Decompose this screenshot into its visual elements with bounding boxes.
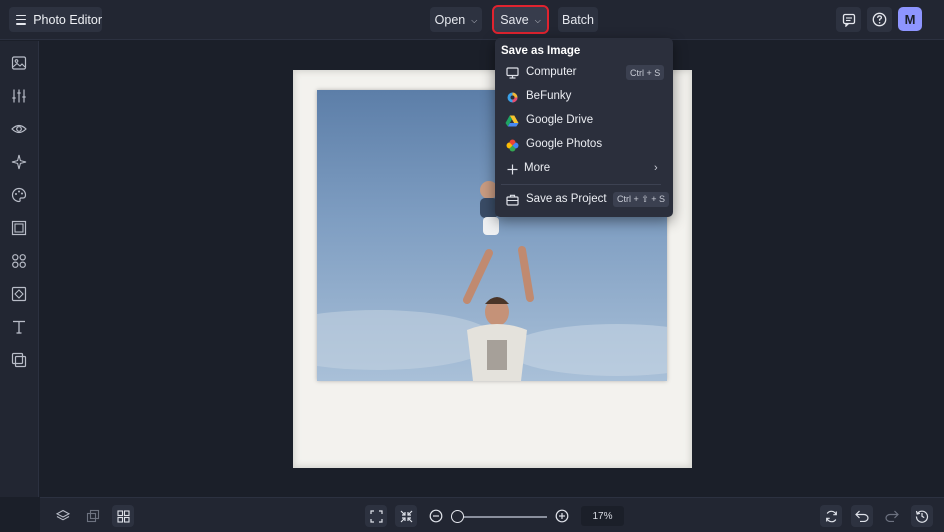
bottom-bar: 17%: [40, 497, 944, 532]
compare-button[interactable]: [82, 505, 104, 527]
comments-button[interactable]: [836, 7, 861, 32]
actual-size-button[interactable]: [395, 505, 417, 527]
compare-icon: [86, 509, 100, 523]
grid-icon: [116, 509, 130, 523]
chevron-down-icon: ⌵: [534, 15, 541, 25]
app-menu-button[interactable]: Photo Editor: [9, 7, 102, 32]
zoom-in-icon: [555, 509, 569, 523]
top-bar: Photo Editor Open ⌵ Save ⌵ Batch M: [0, 0, 944, 40]
menu-item-google-drive[interactable]: Google Drive: [495, 110, 673, 132]
shortcut-badge: Ctrl + S: [626, 65, 665, 80]
text-icon[interactable]: [10, 318, 28, 336]
graphics-icon[interactable]: [10, 285, 28, 303]
google-photos-icon: [505, 138, 519, 152]
frame-icon[interactable]: [10, 219, 28, 237]
briefcase-icon: [505, 193, 519, 207]
menu-item-label: Google Photos: [526, 138, 603, 150]
sliders-icon[interactable]: [10, 87, 28, 105]
layers-collage-icon[interactable]: [10, 351, 28, 369]
save-dropdown-menu: Save as Image Computer Ctrl + S BeFunky …: [495, 38, 673, 217]
monitor-icon: [505, 66, 519, 80]
chevron-right-icon: ›: [654, 162, 658, 174]
fit-to-screen-button[interactable]: [365, 505, 387, 527]
menu-item-befunky[interactable]: BeFunky: [495, 86, 673, 108]
redo-icon: [885, 510, 899, 522]
sparkle-effects-icon[interactable]: [10, 153, 28, 171]
redo-button[interactable]: [881, 505, 903, 527]
menu-item-label: BeFunky: [526, 90, 572, 102]
batch-label: Batch: [562, 12, 594, 27]
expand-icon: [369, 509, 383, 523]
save-button[interactable]: Save ⌵: [492, 5, 549, 34]
shapes-icon[interactable]: [10, 252, 28, 270]
history-icon: [915, 510, 929, 523]
plus-icon: [505, 162, 519, 176]
shrink-icon: [400, 510, 412, 522]
zoom-out-icon: [429, 509, 443, 523]
undo-button[interactable]: [851, 505, 873, 527]
save-label: Save: [500, 12, 529, 27]
undo-icon: [855, 510, 869, 522]
app-title: Photo Editor: [33, 12, 102, 27]
tool-sidebar: [0, 41, 39, 497]
shortcut-badge: Ctrl + ⇧ + S: [613, 192, 670, 207]
help-icon: [872, 12, 887, 27]
refresh-icon: [825, 510, 837, 522]
open-button[interactable]: Open ⌵: [430, 7, 482, 32]
hamburger-icon: [16, 14, 27, 25]
menu-item-save-as-project[interactable]: Save as Project Ctrl + ⇧ + S: [495, 189, 673, 211]
zoom-percentage[interactable]: 17%: [581, 506, 624, 526]
menu-item-google-photos[interactable]: Google Photos: [495, 134, 673, 156]
google-drive-icon: [505, 114, 519, 128]
batch-button[interactable]: Batch: [558, 7, 598, 32]
menu-item-more[interactable]: More ›: [495, 158, 673, 180]
menu-divider: [501, 184, 661, 185]
menu-item-label: Save as Project: [526, 193, 607, 205]
chevron-down-icon: ⌵: [471, 15, 478, 25]
grid-button[interactable]: [112, 505, 134, 527]
zoom-out-button[interactable]: [425, 505, 447, 527]
menu-item-label: Google Drive: [526, 114, 594, 126]
layers-icon: [56, 509, 70, 521]
help-button[interactable]: [867, 7, 892, 32]
image-icon[interactable]: [10, 54, 28, 72]
menu-item-computer[interactable]: Computer Ctrl + S: [495, 62, 673, 84]
befunky-icon: [505, 90, 519, 104]
layers-button[interactable]: [52, 505, 74, 527]
save-as-image-heading: Save as Image: [501, 45, 581, 57]
menu-item-label: Computer: [526, 66, 577, 78]
eye-icon[interactable]: [10, 120, 28, 138]
comment-icon: [842, 13, 855, 27]
history-button[interactable]: [911, 505, 933, 527]
refresh-button[interactable]: [820, 505, 842, 527]
zoom-slider-thumb[interactable]: [451, 510, 464, 523]
avatar[interactable]: M: [898, 7, 922, 31]
palette-icon[interactable]: [10, 186, 28, 204]
zoom-slider-track[interactable]: [457, 516, 547, 518]
zoom-in-button[interactable]: [551, 505, 573, 527]
open-label: Open: [434, 12, 466, 27]
menu-item-label: More: [524, 162, 551, 174]
